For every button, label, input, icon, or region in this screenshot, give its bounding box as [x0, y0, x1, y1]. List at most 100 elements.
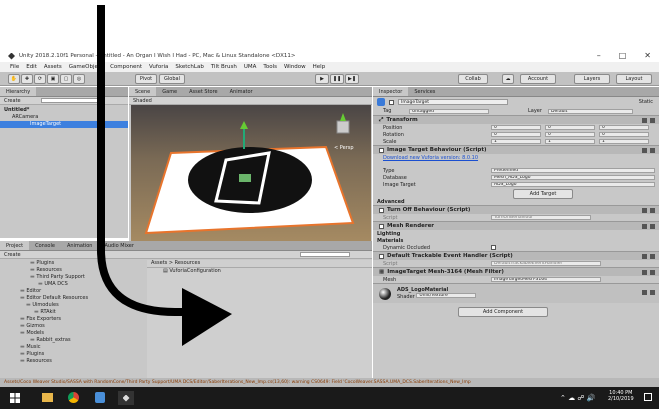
tab-asset-store[interactable]: Asset Store: [183, 87, 223, 96]
folder-item[interactable]: ▬ Models: [0, 330, 145, 337]
menu-item-help[interactable]: Help: [313, 64, 326, 70]
help-icon[interactable]: [642, 290, 647, 295]
scale-tool-button[interactable]: ▣: [47, 74, 59, 84]
layers-dropdown[interactable]: Layers: [574, 74, 610, 84]
file-explorer-icon[interactable]: [42, 393, 53, 402]
tab-animation[interactable]: Animation: [61, 241, 99, 250]
transform-y-field[interactable]: 0: [545, 125, 595, 130]
type-dropdown[interactable]: Predefined: [491, 168, 655, 173]
tag-dropdown[interactable]: Untagged: [409, 108, 489, 114]
menu-item-tilt-brush[interactable]: Tilt Brush: [211, 64, 237, 70]
transform-z-field[interactable]: 0: [599, 125, 649, 130]
folder-item[interactable]: ▬ Plugins: [0, 260, 145, 267]
trackable-event-handler-header[interactable]: Default Trackable Event Handler (Script): [373, 251, 659, 260]
chrome-icon[interactable]: [68, 392, 79, 403]
rect-tool-button[interactable]: ▢: [60, 74, 72, 84]
menu-item-component[interactable]: Component: [110, 64, 142, 70]
folder-item[interactable]: ▬ Resources: [0, 267, 145, 274]
transform-y-field[interactable]: 0: [545, 132, 595, 137]
transform-y-field[interactable]: 1: [545, 139, 595, 144]
tab-scene[interactable]: Scene: [129, 87, 157, 96]
menu-item-assets[interactable]: Assets: [44, 64, 62, 70]
rotate-tool-button[interactable]: ⟳: [34, 74, 46, 84]
folder-item[interactable]: ▬ Music: [0, 344, 145, 351]
play-button[interactable]: ▶: [315, 74, 329, 84]
cloud-icon[interactable]: ☁: [502, 74, 514, 84]
unity-taskbar-icon[interactable]: [118, 391, 134, 405]
collab-button[interactable]: Collab: [458, 74, 488, 84]
hand-tool-button[interactable]: ✋: [8, 74, 20, 84]
settings-icon[interactable]: [650, 148, 655, 153]
folder-item[interactable]: ▬ Fbx Exporters: [0, 316, 145, 323]
turn-off-behaviour-header[interactable]: Turn Off Behaviour (Script): [373, 205, 659, 214]
help-icon[interactable]: [642, 208, 647, 213]
hierarchy-item-imagetarget[interactable]: ImageTarget: [0, 121, 128, 128]
image-target-behaviour-header[interactable]: Image Target Behaviour (Script): [373, 145, 659, 154]
transform-x-field[interactable]: 0: [491, 132, 541, 137]
close-button[interactable]: ✕: [644, 51, 651, 60]
scene-root-item[interactable]: Untitled*: [0, 107, 128, 114]
menu-item-edit[interactable]: Edit: [26, 64, 37, 70]
database-dropdown[interactable]: Mesh_ADS_Logo: [491, 175, 655, 180]
hierarchy-create-button[interactable]: Create: [4, 98, 21, 104]
tab-services[interactable]: Services: [408, 87, 441, 96]
clock[interactable]: 10:40 PM 2/10/2019: [608, 390, 634, 402]
folder-item[interactable]: ▬ Editor Default Resources: [0, 295, 145, 302]
menu-item-gameobject[interactable]: GameObject: [69, 64, 103, 70]
help-icon[interactable]: [642, 224, 647, 229]
menu-item-sketchlab[interactable]: SketchLab: [175, 64, 203, 70]
minimize-button[interactable]: –: [597, 51, 601, 60]
image-target-dropdown[interactable]: ADS_Logo: [491, 182, 655, 187]
project-search-input[interactable]: [300, 252, 350, 257]
pause-button[interactable]: ❚❚: [330, 74, 344, 84]
layout-dropdown[interactable]: Layout: [616, 74, 652, 84]
maximize-button[interactable]: □: [619, 51, 627, 60]
transform-header[interactable]: ⤢ Transform: [373, 115, 659, 124]
move-tool-button[interactable]: ✚: [21, 74, 33, 84]
settings-icon[interactable]: [650, 290, 655, 295]
tab-hierarchy[interactable]: Hierarchy: [0, 87, 37, 96]
dynamic-occluded-checkbox[interactable]: [491, 245, 496, 250]
vuforia-update-link[interactable]: Download new Vuforia version: 8.0.10: [383, 155, 478, 161]
menu-item-vuforia[interactable]: Vuforia: [149, 64, 168, 70]
windows-start-icon[interactable]: [10, 393, 20, 403]
menu-item-file[interactable]: File: [10, 64, 19, 70]
object-name-input[interactable]: ImageTarget: [398, 99, 508, 105]
folder-item[interactable]: ▬ Editor: [0, 288, 145, 295]
scene-view[interactable]: < Persp: [131, 105, 371, 241]
asset-item[interactable]: ▤ VuforiaConfiguration: [147, 268, 372, 275]
tab-animator[interactable]: Animator: [224, 87, 259, 96]
system-tray-icons[interactable]: ⌃ ☁ ☍ 🔊: [560, 394, 595, 402]
help-icon[interactable]: [642, 270, 647, 275]
settings-icon[interactable]: [650, 118, 655, 123]
folder-item[interactable]: ▬ Rabbit_extras: [0, 337, 145, 344]
folder-item[interactable]: ▬ Third Party Support: [0, 274, 145, 281]
transform-z-field[interactable]: 0: [599, 132, 649, 137]
transform-z-field[interactable]: 1: [599, 139, 649, 144]
tab-project[interactable]: Project: [0, 241, 30, 250]
transform-tool-button[interactable]: ◎: [73, 74, 85, 84]
folder-item[interactable]: ▬ Resources: [0, 358, 145, 365]
add-component-button[interactable]: Add Component: [458, 307, 548, 317]
component-enabled-checkbox[interactable]: [379, 207, 384, 213]
help-icon[interactable]: [642, 118, 647, 123]
folder-item[interactable]: ▬ Uimodules: [0, 302, 145, 309]
static-toggle[interactable]: Static: [639, 99, 653, 105]
folder-item[interactable]: ▬ Plugins: [0, 351, 145, 358]
folder-item[interactable]: ▬ Gizmos: [0, 323, 145, 330]
materials-foldout[interactable]: Materials: [377, 238, 403, 244]
transform-x-field[interactable]: 0: [491, 125, 541, 130]
mesh-field[interactable]: ImageTargetMesh-3164: [491, 277, 601, 282]
app-icon[interactable]: [95, 392, 105, 403]
shader-dropdown[interactable]: Unlit/Texture: [416, 293, 477, 298]
menu-item-tools[interactable]: Tools: [263, 64, 277, 70]
console-status-bar[interactable]: Assets/Coco Weaver Studio/SASSA with Ran…: [0, 378, 659, 387]
tab-game[interactable]: Game: [156, 87, 183, 96]
transform-x-field[interactable]: 1: [491, 139, 541, 144]
project-create-button[interactable]: Create: [4, 252, 21, 258]
help-icon[interactable]: [642, 254, 647, 259]
settings-icon[interactable]: [650, 208, 655, 213]
hierarchy-item-arcamera[interactable]: ARCamera: [0, 114, 128, 121]
global-button[interactable]: Global: [159, 74, 185, 84]
help-icon[interactable]: [642, 148, 647, 153]
